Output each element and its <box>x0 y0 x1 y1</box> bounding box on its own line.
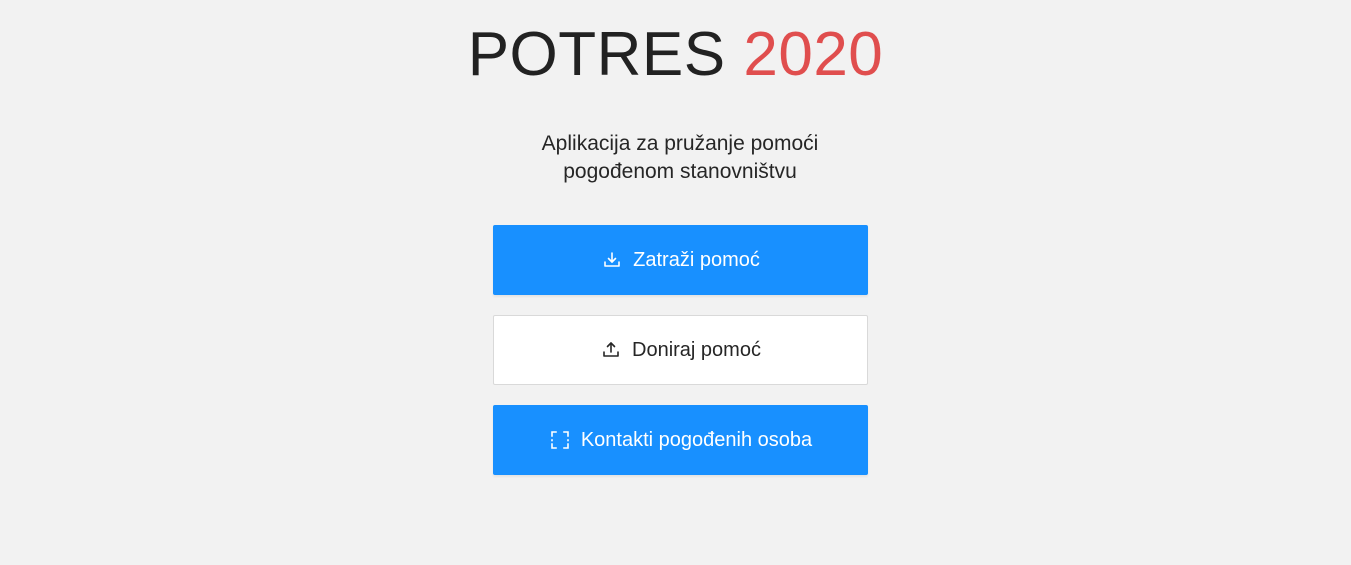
subtitle-line-1: Aplikacija za pružanje pomoći <box>541 132 819 155</box>
affected-contacts-button[interactable]: Kontakti pogođenih osoba <box>493 405 868 475</box>
donate-help-label: Doniraj pomoć <box>632 338 761 361</box>
page-title-main: POTRES <box>467 20 726 89</box>
request-help-button[interactable]: Zatraži pomoć <box>493 225 868 295</box>
page-title: POTRES 2020 <box>0 18 1351 92</box>
request-help-label: Zatraži pomoć <box>633 248 760 271</box>
landing-page: POTRES 2020 Aplikacija za pružanje pomoć… <box>0 0 1351 565</box>
upload-icon <box>600 339 622 361</box>
page-title-year: 2020 <box>743 20 884 89</box>
affected-contacts-label: Kontakti pogođenih osoba <box>580 428 813 451</box>
page-subtitle: Aplikacija za pružanje pomoći pogođenom … <box>475 130 885 186</box>
subtitle-line-2: pogođenom stanovništvu <box>563 160 797 183</box>
download-icon <box>601 249 623 271</box>
scan-icon <box>549 429 571 451</box>
donate-help-button[interactable]: Doniraj pomoć <box>493 315 868 385</box>
